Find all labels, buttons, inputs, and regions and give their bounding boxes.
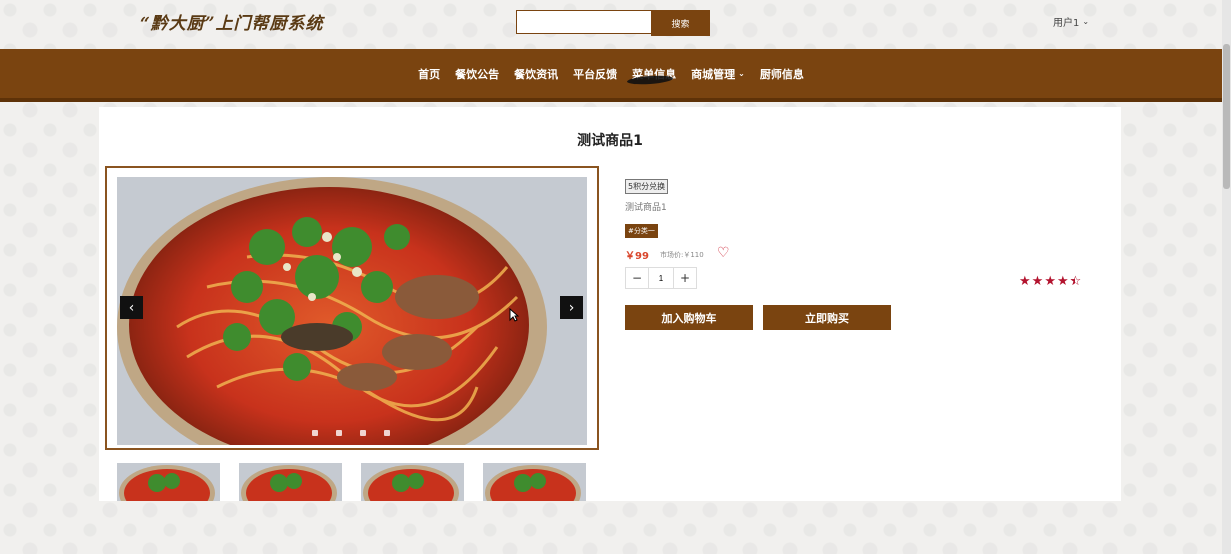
nav-item-news[interactable]: 餐饮资讯	[514, 66, 558, 82]
points-exchange-badge: 5积分兑换	[625, 179, 669, 194]
favorite-heart-icon[interactable]: ♡	[717, 246, 730, 260]
product-description: 测试商品1	[625, 203, 667, 213]
nav-item-announcements[interactable]: 餐饮公告	[455, 66, 499, 82]
user-menu[interactable]: 用户1 ⌄	[1053, 14, 1089, 29]
carousel-indicators	[312, 430, 390, 436]
search-input[interactable]	[516, 10, 658, 34]
star-icon: ★	[1031, 274, 1044, 289]
nav-item-feedback[interactable]: 平台反馈	[573, 66, 617, 82]
main-nav: 首页 餐饮公告 餐饮资讯 平台反馈 菜单信息 商城管理 ⌄ 厨师信息	[0, 49, 1222, 102]
star-icon: ★	[1056, 274, 1069, 289]
quantity-input[interactable]	[648, 268, 674, 288]
carousel-next-button[interactable]: ›	[560, 296, 583, 319]
rating-stars: ★ ★ ★ ★ ☆ ★	[1019, 274, 1081, 289]
thumbnail[interactable]	[361, 463, 464, 501]
star-icon: ★	[1019, 274, 1031, 289]
scrollbar-thumb[interactable]	[1223, 44, 1230, 189]
quantity-stepper: − +	[625, 267, 697, 289]
chevron-down-icon: ⌄	[1082, 17, 1090, 26]
market-price: 市场价:￥110	[660, 251, 704, 259]
product-price: ￥99	[625, 251, 649, 262]
carousel-dot[interactable]	[336, 430, 342, 436]
carousel-dot[interactable]	[360, 430, 366, 436]
chevron-down-icon: ⌄	[738, 69, 745, 78]
star-icon: ★	[1044, 274, 1056, 289]
half-star-icon: ☆ ★	[1069, 274, 1082, 289]
nav-item-mall-label: 商城管理	[691, 67, 736, 81]
nav-items: 首页 餐饮公告 餐饮资讯 平台反馈 菜单信息 商城管理 ⌄ 厨师信息	[0, 49, 1222, 98]
top-header: “黔大厨”上门帮厨系统 搜索 用户1 ⌄	[0, 0, 1222, 48]
thumbnail-strip	[117, 463, 586, 501]
increase-button[interactable]: +	[674, 268, 696, 288]
mouse-cursor-icon	[509, 308, 519, 322]
category-tag: #分类一	[625, 224, 658, 238]
thumbnail[interactable]	[483, 463, 586, 501]
search-button[interactable]: 搜索	[651, 10, 710, 36]
thumbnail[interactable]	[239, 463, 342, 501]
nav-item-mall[interactable]: 商城管理 ⌄	[691, 66, 745, 82]
nav-item-home[interactable]: 首页	[418, 66, 440, 82]
site-title: “黔大厨”上门帮厨系统	[140, 14, 324, 34]
thumbnail[interactable]	[117, 463, 220, 501]
carousel-dot[interactable]	[384, 430, 390, 436]
user-label: 用户1	[1053, 18, 1080, 29]
carousel-dot[interactable]	[312, 430, 318, 436]
carousel-prev-button[interactable]: ‹	[120, 296, 143, 319]
product-title: 测试商品1	[577, 133, 643, 149]
add-to-cart-button[interactable]: 加入购物车	[625, 305, 753, 330]
nav-item-chefs[interactable]: 厨师信息	[760, 66, 804, 82]
buy-now-button[interactable]: 立即购买	[763, 305, 891, 330]
decrease-button[interactable]: −	[626, 268, 648, 288]
